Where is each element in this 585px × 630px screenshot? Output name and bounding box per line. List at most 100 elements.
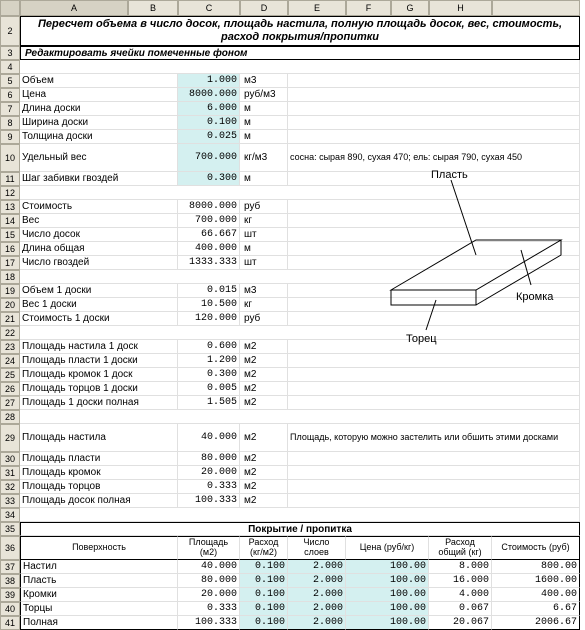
result-unit: м2 <box>240 494 288 508</box>
param-unit: м3 <box>240 74 288 88</box>
col-header[interactable]: C <box>178 0 240 16</box>
row-header[interactable]: 30 <box>0 452 20 466</box>
coating-price[interactable]: 100.00 <box>346 574 429 588</box>
row-header[interactable]: 36 <box>0 536 20 560</box>
row-header[interactable]: 14 <box>0 214 20 228</box>
nailstep-value[interactable]: 0.300 <box>178 172 240 186</box>
row-header[interactable]: 33 <box>0 494 20 508</box>
row-header[interactable]: 6 <box>0 88 20 102</box>
row-header[interactable]: 32 <box>0 480 20 494</box>
row-header[interactable]: 38 <box>0 574 20 588</box>
row-header[interactable]: 3 <box>0 46 20 60</box>
row-header[interactable]: 16 <box>0 242 20 256</box>
col-header[interactable]: H <box>429 0 492 16</box>
row-header[interactable]: 23 <box>0 340 20 354</box>
coating-layers[interactable]: 2.000 <box>288 602 346 616</box>
coating-price[interactable]: 100.00 <box>346 602 429 616</box>
coating-layers[interactable]: 2.000 <box>288 574 346 588</box>
coating-price[interactable]: 100.00 <box>346 560 429 574</box>
row-header[interactable]: 25 <box>0 368 20 382</box>
col-header[interactable]: A <box>20 0 128 16</box>
row-header[interactable]: 7 <box>0 102 20 116</box>
result-value: 0.600 <box>178 340 240 354</box>
weight-note: сосна: сырая 890, сухая 470; ель: сырая … <box>288 144 580 172</box>
param-label: Ширина доски <box>20 116 178 130</box>
nailstep-unit: м <box>240 172 288 186</box>
row-header[interactable]: 2 <box>0 16 20 46</box>
row-header[interactable]: 8 <box>0 116 20 130</box>
param-unit: руб/м3 <box>240 88 288 102</box>
param-value[interactable]: 0.025 <box>178 130 240 144</box>
result-value: 0.005 <box>178 382 240 396</box>
row-header[interactable]: 21 <box>0 312 20 326</box>
coating-rate[interactable]: 0.100 <box>240 588 288 602</box>
result-value: 8000.000 <box>178 200 240 214</box>
result-label: Площадь пласти <box>20 452 178 466</box>
result-label: Число досок <box>20 228 178 242</box>
row-header[interactable]: 28 <box>0 410 20 424</box>
row-header[interactable]: 4 <box>0 60 20 74</box>
corner-cell[interactable] <box>0 0 20 16</box>
coating-price[interactable]: 100.00 <box>346 616 429 630</box>
row-header[interactable]: 26 <box>0 382 20 396</box>
coating-rate[interactable]: 0.100 <box>240 616 288 630</box>
col-header[interactable]: D <box>240 0 288 16</box>
param-value[interactable]: 0.100 <box>178 116 240 130</box>
coating-header: Поверхность <box>20 536 178 560</box>
result-unit: м2 <box>240 452 288 466</box>
result-unit: руб <box>240 200 288 214</box>
result-label: Длина общая <box>20 242 178 256</box>
coating-layers[interactable]: 2.000 <box>288 588 346 602</box>
result-value: 66.667 <box>178 228 240 242</box>
row-header[interactable]: 27 <box>0 396 20 410</box>
coating-layers[interactable]: 2.000 <box>288 560 346 574</box>
param-value[interactable]: 1.000 <box>178 74 240 88</box>
row-header[interactable]: 17 <box>0 256 20 270</box>
row-header[interactable]: 18 <box>0 270 20 284</box>
row-header[interactable]: 11 <box>0 172 20 186</box>
coating-surface: Полная <box>20 616 178 630</box>
row-header[interactable]: 15 <box>0 228 20 242</box>
row-header[interactable]: 24 <box>0 354 20 368</box>
coating-price[interactable]: 100.00 <box>346 588 429 602</box>
row-header[interactable]: 13 <box>0 200 20 214</box>
coating-layers[interactable]: 2.000 <box>288 616 346 630</box>
result-value: 700.000 <box>178 214 240 228</box>
row-header[interactable]: 9 <box>0 130 20 144</box>
row-header[interactable]: 37 <box>0 560 20 574</box>
row-header[interactable]: 29 <box>0 424 20 452</box>
coating-rate[interactable]: 0.100 <box>240 602 288 616</box>
coating-header: Цена (руб/кг) <box>346 536 429 560</box>
col-header[interactable] <box>492 0 580 16</box>
coating-header: Расход общий (кг) <box>429 536 492 560</box>
row-header[interactable]: 12 <box>0 186 20 200</box>
param-value[interactable]: 8000.000 <box>178 88 240 102</box>
row-header[interactable]: 20 <box>0 298 20 312</box>
col-header[interactable]: B <box>128 0 178 16</box>
row-header[interactable]: 35 <box>0 522 20 536</box>
coating-rate[interactable]: 0.100 <box>240 574 288 588</box>
title-cell: Пересчет объема в число досок, площадь н… <box>20 16 580 46</box>
empty-cell <box>20 508 580 522</box>
result-label: Площадь торцов 1 доски <box>20 382 178 396</box>
row-header[interactable]: 5 <box>0 74 20 88</box>
row-header[interactable]: 22 <box>0 326 20 340</box>
col-header[interactable]: F <box>346 0 391 16</box>
row-header[interactable]: 39 <box>0 588 20 602</box>
weight-value[interactable]: 700.000 <box>178 144 240 172</box>
col-header[interactable]: G <box>391 0 429 16</box>
col-header[interactable]: E <box>288 0 346 16</box>
empty-cell <box>288 382 580 396</box>
coating-rate[interactable]: 0.100 <box>240 560 288 574</box>
empty-cell <box>288 452 580 466</box>
board-diagram: Пласть Кромка Торец <box>336 170 566 360</box>
row-header[interactable]: 41 <box>0 616 20 630</box>
row-header[interactable]: 34 <box>0 508 20 522</box>
row-header[interactable]: 40 <box>0 602 20 616</box>
param-value[interactable]: 6.000 <box>178 102 240 116</box>
diagram-label-kromka: Кромка <box>516 291 554 303</box>
row-header[interactable]: 31 <box>0 466 20 480</box>
row-header[interactable]: 10 <box>0 144 20 172</box>
row-header[interactable]: 19 <box>0 284 20 298</box>
result-value: 0.015 <box>178 284 240 298</box>
